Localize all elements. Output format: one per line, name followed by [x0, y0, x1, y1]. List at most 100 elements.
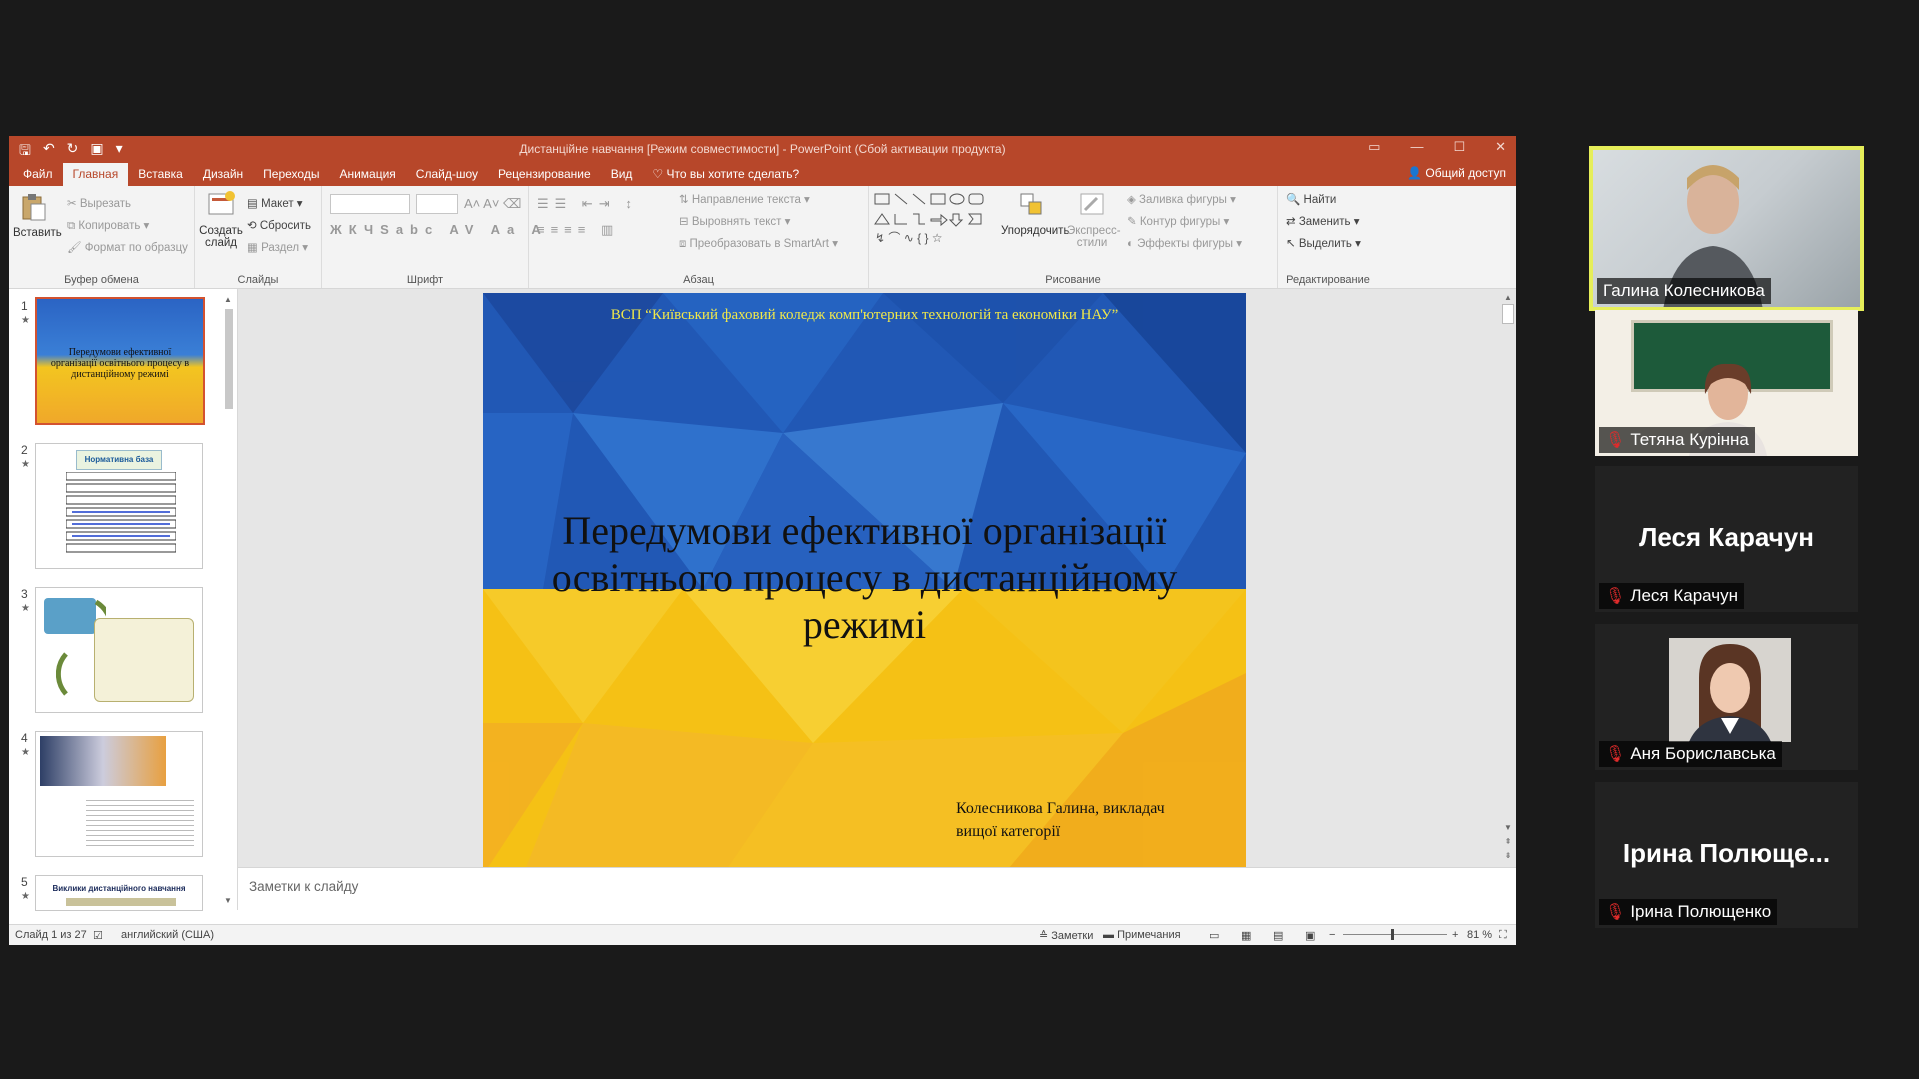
replace-button[interactable]: ⇄ Заменить ▾ [1286, 214, 1360, 228]
shape-effects-button[interactable]: ◐ Эффекты фигуры ▾ [1127, 236, 1242, 250]
participant-tile-1[interactable]: Галина Колесникова [1589, 146, 1864, 311]
editor-scrollbar[interactable]: ▲ ▼ ⇞ ⇟ [1502, 293, 1514, 863]
zoom-slider[interactable] [1343, 929, 1447, 940]
tab-animation[interactable]: Анимация [329, 163, 405, 186]
participant-tile-2[interactable]: 🎙 Тетяна Курінна [1595, 310, 1858, 456]
thumb-flow-diagram [66, 472, 176, 553]
scroll-thumb[interactable] [1502, 304, 1514, 324]
fit-slide-icon[interactable]: ⛶ [1499, 929, 1507, 942]
zoom-in-button[interactable]: + [1452, 929, 1458, 941]
notes-toggle[interactable]: ≙ Заметки [1039, 929, 1093, 942]
section-button[interactable]: ▦ Раздел ▾ [247, 240, 308, 254]
tab-transitions[interactable]: Переходы [253, 163, 329, 186]
slide-thumbnail-3[interactable] [35, 587, 203, 713]
group-slides: Создать слайд ▤ Макет ▾ ⟲ Сбросить ▦ Раз… [195, 186, 322, 288]
participant-tile-5[interactable]: Ірина Полюще... 🎙 Ірина Полющенко [1595, 782, 1858, 928]
slide-thumbnail-5[interactable]: Виклики дистанційного навчання [35, 875, 203, 911]
tell-me-box[interactable]: ♡ Что вы хотите сделать? [642, 163, 809, 186]
slide-thumbnail-2[interactable]: Нормативна база [35, 443, 203, 569]
group-drawing: ↯ ⌒ ∿ { } ☆ Упорядочить Экспресс-стили ◈… [869, 186, 1278, 288]
thumb-number: 4 [21, 731, 28, 745]
zoom-level[interactable]: 81 % [1467, 929, 1492, 941]
zoom-thumb[interactable] [1391, 929, 1394, 940]
tab-view[interactable]: Вид [601, 163, 643, 186]
group-label: Шрифт [406, 274, 444, 286]
align-buttons[interactable]: ≡≡≡≡ ▥ [537, 222, 619, 238]
tab-file[interactable]: Файл [13, 163, 63, 186]
maximize-icon[interactable]: ☐ [1453, 139, 1465, 155]
scroll-thumb[interactable] [225, 309, 233, 409]
minimize-icon[interactable]: — [1410, 139, 1423, 155]
slide-header[interactable]: ВСП “Київський фаховий коледж комп'ютерн… [483, 307, 1246, 324]
group-label: Абзац [683, 274, 714, 286]
tab-slideshow[interactable]: Слайд-шоу [406, 163, 488, 186]
thumbnails-scrollbar[interactable]: ▲ ▼ [223, 295, 235, 905]
lightbulb-icon: ♡ [652, 167, 664, 181]
font-size-buttons[interactable]: A˄ A˅ ⌫ [464, 196, 521, 212]
shape-effects-label: Эффекты фигуры [1137, 238, 1233, 250]
animation-star-icon: ★ [21, 747, 30, 758]
slide-thumbnail-4[interactable] [35, 731, 203, 857]
reset-button[interactable]: ⟲ Сбросить [247, 218, 311, 232]
list-buttons[interactable]: ☰☰ ⇤⇥ ↕ [537, 196, 638, 212]
format-painter-button[interactable]: 🖌 Формат по образцу [67, 240, 188, 254]
paste-button[interactable]: Вставить [13, 192, 62, 239]
language-indicator[interactable]: английский (США) [121, 929, 214, 941]
tab-insert[interactable]: Вставка [128, 163, 193, 186]
ribbon-display-icon[interactable]: ▭ [1368, 139, 1380, 155]
slide-counter: Слайд 1 из 27 [15, 929, 87, 941]
font-name-field[interactable] [330, 194, 410, 214]
thumb-number: 5 [21, 875, 28, 889]
slide-author[interactable]: Колесникова Галина, викладач вищої катег… [956, 797, 1206, 843]
notes-placeholder: Заметки к слайду [249, 879, 359, 894]
layout-button[interactable]: ▤ Макет ▾ [247, 196, 303, 210]
participant-tile-3[interactable]: Леся Карачун 🎙 Леся Карачун [1595, 466, 1858, 612]
group-label: Рисование [1045, 274, 1101, 286]
comments-toggle[interactable]: ▬ Примечания [1103, 929, 1181, 941]
section-label: Раздел [261, 242, 300, 254]
participant-label: 🎙 Тетяна Курінна [1599, 427, 1755, 453]
sorter-view-icon[interactable]: ▦ [1241, 929, 1251, 942]
align-text-button[interactable]: ⊟ Выровнять текст ▾ [679, 214, 790, 228]
copy-button[interactable]: ⧉ Копировать ▾ [67, 218, 149, 233]
reading-view-icon[interactable]: ▤ [1273, 929, 1283, 942]
shapes-gallery[interactable]: ↯ ⌒ ∿ { } ☆ [873, 190, 999, 250]
shape-fill-button[interactable]: ◈ Заливка фигуры ▾ [1127, 192, 1236, 206]
share-button[interactable]: 👤 Общий доступ [1407, 166, 1506, 180]
participant-tile-4[interactable]: 🎙 Аня Бориславська [1595, 624, 1858, 770]
thumb-text-lines [86, 800, 194, 850]
find-button[interactable]: 🔍 Найти [1286, 192, 1336, 206]
close-icon[interactable]: ✕ [1495, 139, 1506, 155]
notes-pane[interactable]: Заметки к слайду [238, 867, 1516, 911]
powerpoint-window: 🖫 ↶ ↻ ▣ ▾ Дистанційне навчання [Режим со… [9, 136, 1516, 945]
animation-star-icon: ★ [21, 891, 30, 902]
mic-muted-icon: 🎙 [1605, 904, 1626, 921]
reset-label: Сбросить [259, 220, 311, 232]
smartart-button[interactable]: ⧈ Преобразовать в SmartArt ▾ [679, 236, 838, 251]
window-controls: ▭ — ☐ ✕ [1368, 139, 1506, 155]
ribbon: Вставить ✂ Вырезать ⧉ Копировать ▾ 🖌 Фор… [9, 186, 1516, 289]
font-size-field[interactable] [416, 194, 458, 214]
slide-editor: ВСП “Київський фаховий коледж комп'ютерн… [238, 289, 1516, 875]
slide-thumbnail-1[interactable]: Передумови ефективної організації освітн… [35, 297, 205, 425]
participant-label: 🎙 Леся Карачун [1599, 583, 1744, 609]
tab-review[interactable]: Рецензирование [488, 163, 601, 186]
select-button[interactable]: ↖ Выделить ▾ [1286, 236, 1361, 250]
participant-name: Галина Колесникова [1603, 281, 1765, 300]
normal-view-icon[interactable]: ▭ [1209, 929, 1219, 942]
slide-canvas[interactable]: ВСП “Київський фаховий коледж комп'ютерн… [483, 293, 1246, 875]
tab-home[interactable]: Главная [62, 163, 129, 186]
cut-button[interactable]: ✂ Вырезать [67, 196, 131, 210]
new-slide-button[interactable]: Создать слайд [199, 190, 243, 249]
font-style-buttons[interactable]: ЖКЧSabc AV Aa A [330, 222, 548, 237]
shape-outline-button[interactable]: ✎ Контур фигуры ▾ [1127, 214, 1229, 228]
spellcheck-icon[interactable]: ☑ [93, 929, 103, 942]
arrange-button[interactable]: Упорядочить [1001, 190, 1069, 237]
tab-design[interactable]: Дизайн [193, 163, 253, 186]
slide-title[interactable]: Передумови ефективної організації освітн… [543, 507, 1186, 648]
thumb-title: Нормативна база [76, 450, 162, 470]
quick-styles-button[interactable]: Экспресс-стили [1067, 190, 1121, 249]
zoom-out-button[interactable]: − [1329, 929, 1335, 941]
slideshow-view-icon[interactable]: ▣ [1305, 929, 1315, 942]
text-direction-button[interactable]: ⇅ Направление текста ▾ [679, 192, 810, 206]
